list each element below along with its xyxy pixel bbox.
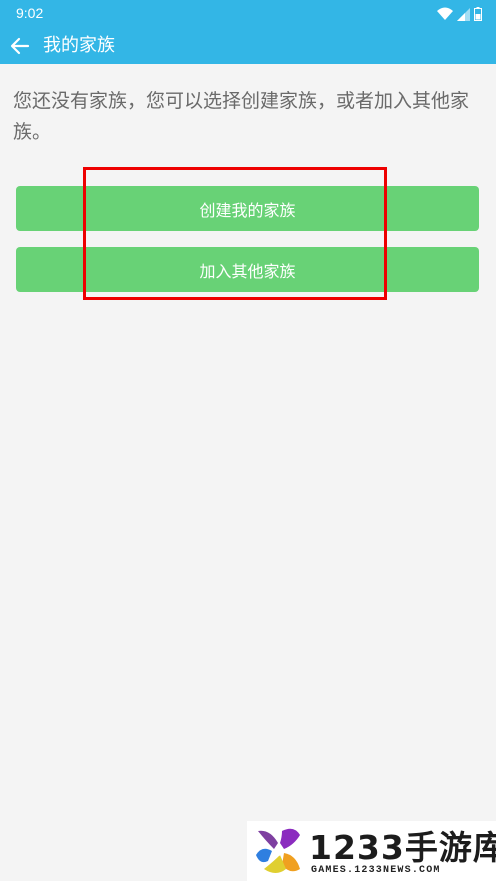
status-time: 9:02 bbox=[16, 5, 44, 21]
status-icons bbox=[437, 6, 482, 22]
watermark-url: GAMES.1233NEWS.COM bbox=[311, 865, 441, 876]
join-family-button[interactable]: 加入其他家族 bbox=[16, 247, 479, 292]
back-button[interactable] bbox=[6, 32, 34, 60]
app-bar: 我的家族 bbox=[0, 28, 496, 64]
status-bar: 9:02 bbox=[0, 0, 496, 28]
create-family-button[interactable]: 创建我的家族 bbox=[16, 186, 479, 231]
watermark: 1233手游库 GAMES.1233NEWS.COM bbox=[247, 821, 496, 881]
watermark-logo-icon bbox=[256, 828, 300, 873]
arrow-left-icon bbox=[10, 37, 30, 55]
wifi-icon bbox=[437, 7, 453, 20]
watermark-title: 1233手游库 bbox=[309, 828, 496, 867]
page-title: 我的家族 bbox=[43, 35, 115, 56]
empty-family-message: 您还没有家族，您可以选择创建家族，或者加入其他家族。 bbox=[13, 90, 470, 143]
battery-icon bbox=[474, 7, 482, 21]
signal-icon bbox=[457, 7, 470, 21]
